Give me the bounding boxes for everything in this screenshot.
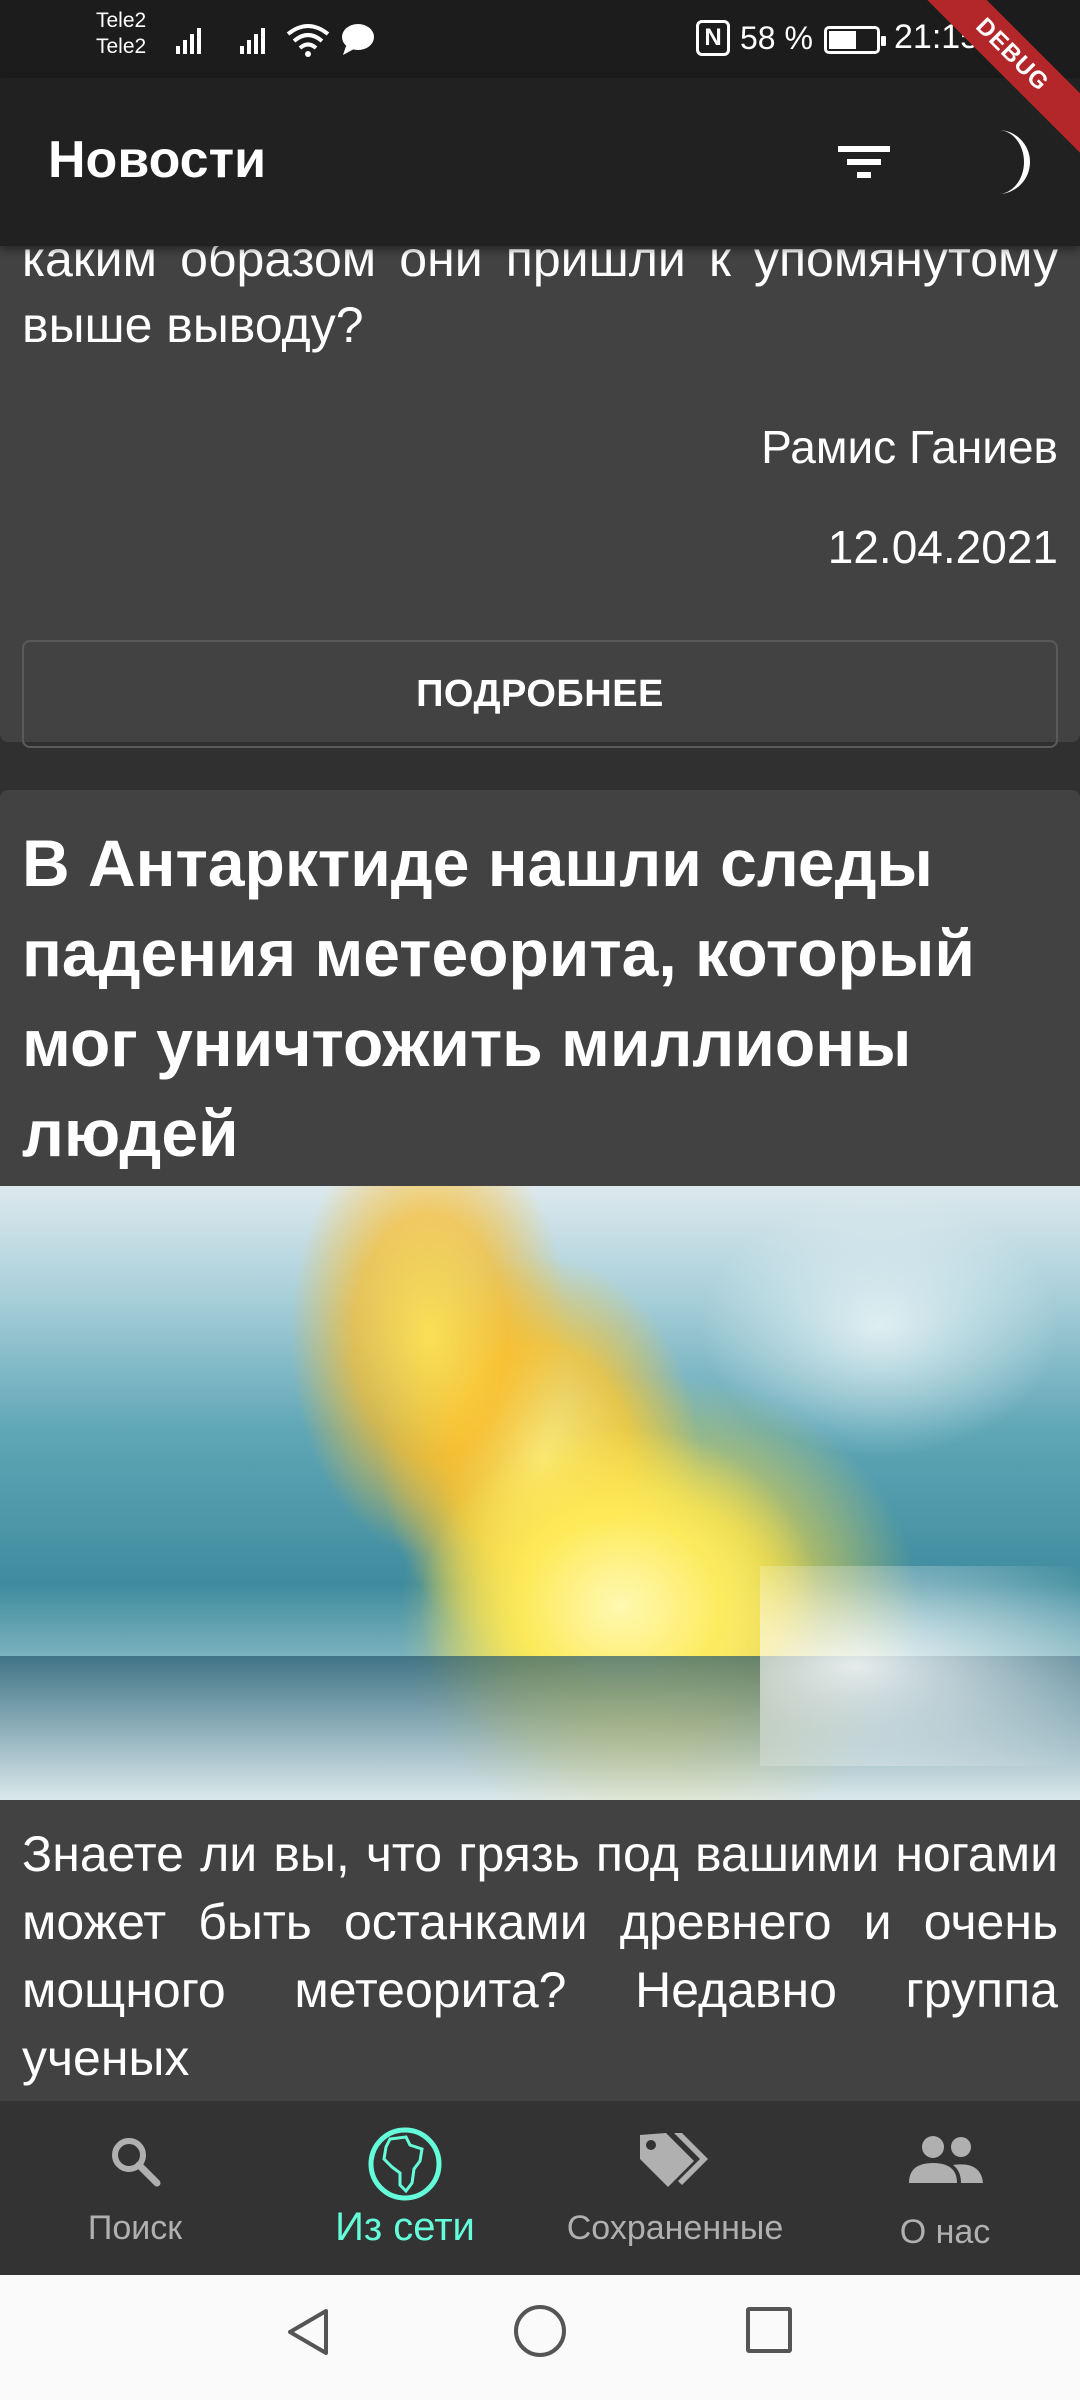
- news-image: [0, 1186, 1080, 1800]
- signal-2-icon: [240, 24, 265, 54]
- news-card[interactable]: В Антарктиде нашли следы падения метеори…: [0, 790, 1080, 2101]
- nav-item-label: Поиск: [87, 2209, 183, 2247]
- message-icon: [342, 24, 374, 55]
- globe-africa-icon: [368, 2127, 442, 2201]
- news-description: Знаете ли вы, что грязь под вашими ногам…: [22, 1826, 1058, 2086]
- nav-item-search[interactable]: Поиск: [0, 2101, 270, 2275]
- news-description: каким образом они пришли к упомянутому в…: [22, 246, 1058, 353]
- filter-list-icon[interactable]: [826, 124, 902, 200]
- nfc-icon: N: [696, 20, 730, 56]
- wifi-icon: [286, 24, 330, 57]
- battery-icon: [824, 26, 886, 54]
- news-card: каким образом они пришли к упомянутому в…: [0, 246, 1080, 748]
- app-bar: Новости: [0, 78, 1080, 246]
- signal-1-icon: [176, 24, 201, 54]
- battery-level: [829, 31, 856, 49]
- nav-item-about[interactable]: О нас: [810, 2101, 1080, 2275]
- people-icon: [909, 2136, 983, 2183]
- more-button[interactable]: ПОДРОБНЕЕ: [22, 640, 1058, 748]
- app-screen: Tele2 Tele2 N 58 % 21:15 DEBUG Новости к…: [0, 0, 1080, 2400]
- news-title: В Антарктиде нашли следы падения метеори…: [22, 826, 975, 1170]
- status-bar: Tele2 Tele2 N 58 % 21:15: [0, 0, 1080, 78]
- nav-item-label: О нас: [899, 2213, 991, 2251]
- carrier-labels: Tele2 Tele2: [96, 8, 146, 60]
- battery-percent: 58 %: [740, 20, 813, 56]
- carrier-1: Tele2: [96, 9, 147, 32]
- system-navigation: [0, 2275, 1080, 2400]
- recent-apps-icon[interactable]: [746, 2307, 792, 2353]
- nav-item-from-web[interactable]: Из сети: [270, 2101, 540, 2275]
- nav-item-label: Сохраненные: [566, 2209, 784, 2247]
- news-author: Рамис Ганиев: [761, 421, 1058, 473]
- nav-item-label: Из сети: [335, 2205, 475, 2249]
- moon-icon[interactable]: [968, 122, 1048, 202]
- page-title: Новости: [48, 131, 267, 189]
- search-icon: [112, 2138, 161, 2187]
- bottom-navigation: Поиск Из сети Сохраненные О нас: [0, 2101, 1080, 2275]
- nav-item-saved[interactable]: Сохраненные: [540, 2101, 810, 2275]
- back-icon[interactable]: [282, 2305, 334, 2359]
- carrier-2: Tele2: [96, 35, 147, 58]
- news-feed[interactable]: каким образом они пришли к упомянутому в…: [0, 246, 1080, 2101]
- home-icon[interactable]: [514, 2305, 566, 2357]
- news-date: 12.04.2021: [827, 521, 1058, 573]
- tags-icon: [640, 2133, 708, 2187]
